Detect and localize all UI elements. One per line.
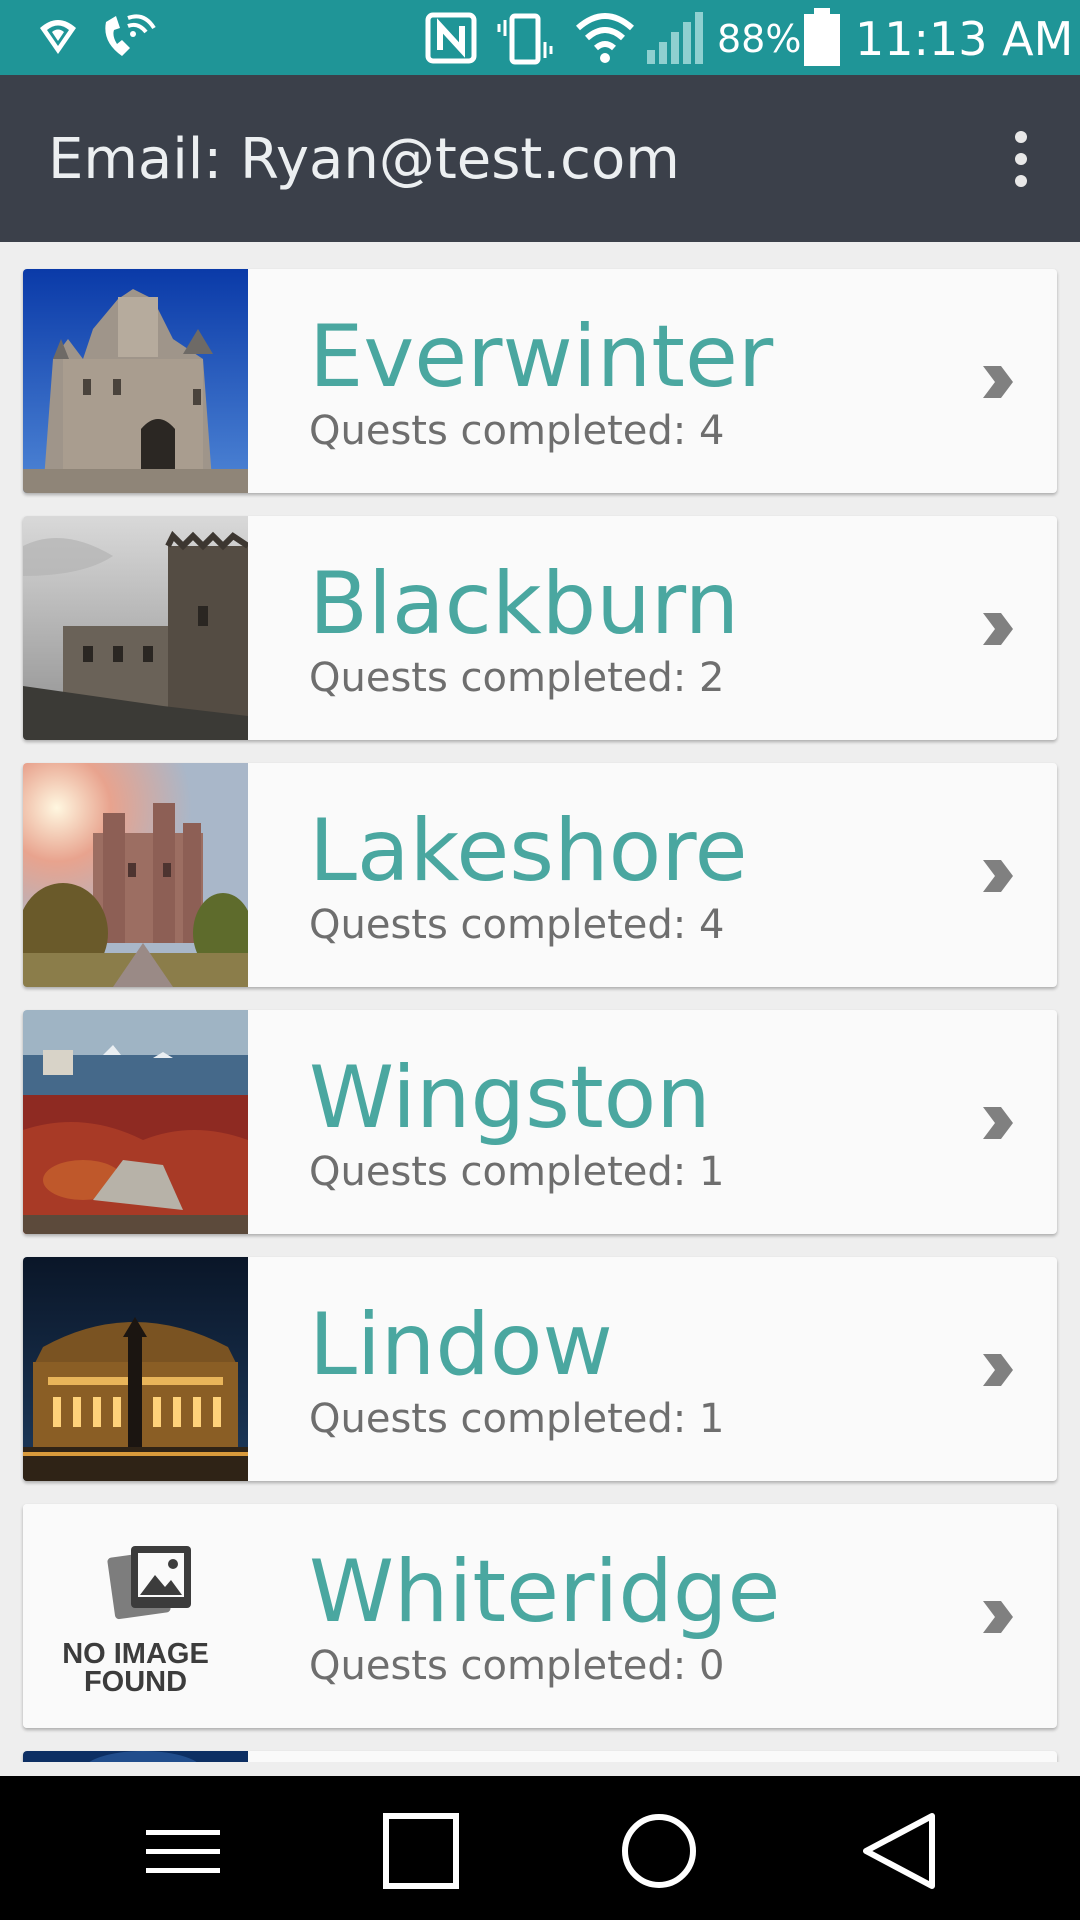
recents-icon[interactable] [376,1806,466,1896]
town-name: Whiteridge [309,1542,781,1642]
chevron-right-icon[interactable] [979,1105,1015,1141]
town-thumbnail [23,269,248,493]
town-thumbnail [23,516,248,740]
town-thumbnail [23,1257,248,1481]
town-list: Everwinter Quests completed: 4 Blackburn [0,242,1080,1762]
no-image-placeholder: NO IMAGE FOUND [23,1504,248,1728]
menu-icon[interactable] [138,1806,228,1896]
wifi-hotspot-icon [40,20,76,54]
quests-completed: Quests completed: 2 [309,655,725,701]
chevron-right-icon[interactable] [979,858,1015,894]
navigation-bar [0,1776,1080,1920]
home-icon[interactable] [614,1806,704,1896]
no-image-text: FOUND [83,1666,188,1698]
more-vert-icon[interactable] [990,125,1050,195]
no-image-text: NO IMAGE [62,1638,209,1670]
town-thumbnail [23,1010,248,1234]
town-thumbnail [23,1751,248,1762]
signal-icon [647,12,703,64]
town-card[interactable]: Everwinter Quests completed: 4 [23,269,1057,493]
town-name: Lakeshore [309,801,748,901]
chevron-right-icon[interactable] [979,364,1015,400]
wifi-icon [576,13,634,63]
town-name: Everwinter [309,307,774,407]
town-card[interactable] [23,1751,1057,1762]
chevron-right-icon[interactable] [979,1599,1015,1635]
quests-completed: Quests completed: 4 [309,408,725,454]
town-thumbnail [23,763,248,987]
town-card[interactable]: Blackburn Quests completed: 2 [23,516,1057,740]
town-name: Lindow [309,1295,613,1395]
page-title: Email: Ryan@test.com [48,127,680,192]
app-bar: Email: Ryan@test.com [0,75,1080,242]
battery-percent: 88% [717,17,802,61]
quests-completed: Quests completed: 4 [309,902,725,948]
nfc-icon [425,12,477,64]
quests-completed: Quests completed: 1 [309,1396,725,1442]
quests-completed: Quests completed: 0 [309,1643,725,1689]
image-placeholder-icon [107,1546,191,1620]
chevron-right-icon[interactable] [979,1352,1015,1388]
back-icon[interactable] [852,1806,942,1896]
clock: 11:13 AM [855,12,1074,66]
town-card[interactable]: Lindow Quests completed: 1 [23,1257,1057,1481]
town-card[interactable]: NO IMAGE FOUND Whiteridge Quests complet… [23,1504,1057,1728]
status-bar: 88% 11:13 AM [0,0,1080,75]
chevron-right-icon[interactable] [979,611,1015,647]
town-card[interactable]: Wingston Quests completed: 1 [23,1010,1057,1234]
quests-completed: Quests completed: 1 [309,1149,725,1195]
battery-icon [804,8,840,66]
town-name: Wingston [309,1048,711,1148]
town-card[interactable]: Lakeshore Quests completed: 4 [23,763,1057,987]
vibrate-icon [497,13,553,65]
wifi-calling-icon [105,14,156,56]
town-name: Blackburn [309,554,740,654]
